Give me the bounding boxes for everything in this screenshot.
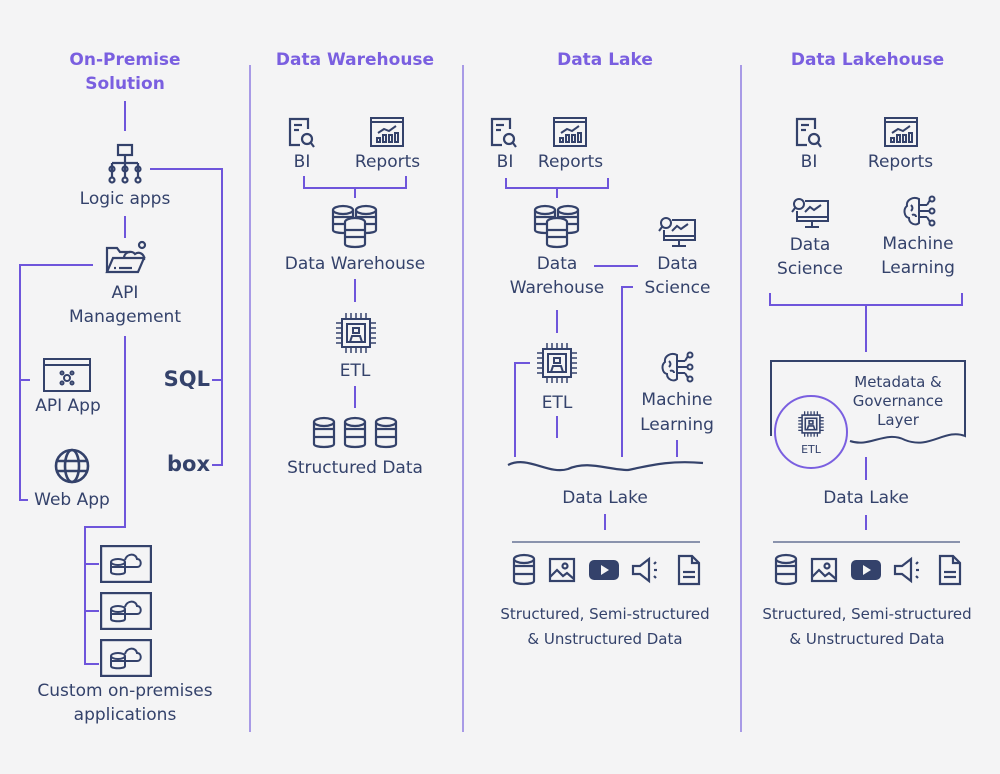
video-play-icon: [588, 559, 620, 581]
sources-label: Structured, Semi-structured & Unstructur…: [475, 602, 735, 652]
data-science-label: Data Science: [765, 233, 855, 281]
image-icon: [548, 557, 576, 583]
document-search-icon: [795, 117, 823, 149]
reports-label: Reports: [537, 152, 604, 172]
connector: [505, 178, 609, 189]
document-icon: [677, 554, 701, 586]
title-line: On-Premise: [69, 50, 181, 70]
brain-network-icon: [903, 195, 937, 227]
sources-label: Structured, Semi-structured & Unstructur…: [737, 602, 997, 652]
monitor-analytics-icon: [658, 216, 698, 250]
column-title-data-warehouse: Data Warehouse: [275, 50, 435, 70]
etl-label: ETL: [541, 393, 573, 413]
label-line: Science: [777, 259, 843, 279]
label-line: Data: [789, 235, 831, 255]
database-icon: [343, 416, 367, 450]
label-line: Structured, Semi-structured: [500, 605, 710, 623]
reports-label: Reports: [867, 152, 934, 172]
label-line: Management: [69, 307, 181, 327]
bi-label: BI: [496, 152, 514, 172]
label-line: Warehouse: [509, 278, 605, 298]
chart-window-icon: [553, 117, 587, 147]
chip-icon: [797, 410, 825, 438]
video-play-icon: [850, 559, 882, 581]
data-warehouse-label: Data Warehouse: [497, 252, 617, 300]
brain-network-icon: [661, 351, 695, 383]
image-icon: [810, 557, 838, 583]
label-line: Layer: [877, 411, 919, 429]
label-line: Data: [657, 254, 698, 274]
data-lake-wave: [507, 461, 704, 472]
label-line: API: [111, 283, 139, 303]
chart-window-icon: [884, 117, 918, 147]
document-icon: [938, 554, 962, 586]
bi-label: BI: [800, 152, 818, 172]
data-science-label: Data Science: [630, 252, 725, 300]
label-line: Custom on-premises: [37, 681, 213, 701]
label-line: applications: [73, 705, 177, 725]
server-cloud-icon: [100, 592, 152, 630]
bi-label: BI: [293, 152, 311, 172]
document-search-icon: [490, 117, 518, 149]
machine-learning-label: Machine Learning: [627, 388, 727, 438]
web-app-label: Web App: [34, 490, 110, 510]
machine-learning-label: Machine Learning: [868, 232, 968, 280]
label-line: Structured, Semi-structured: [762, 605, 972, 623]
label-line: & Unstructured Data: [789, 630, 945, 648]
database-icon: [312, 416, 336, 450]
data-lake-label: Data Lake: [562, 488, 648, 508]
data-lake-label: Data Lake: [823, 488, 909, 508]
label-line: Machine: [641, 390, 713, 410]
label-line: Science: [644, 278, 711, 298]
column-title-data-lake: Data Lake: [557, 50, 653, 70]
chip-icon: [334, 311, 378, 355]
chip-icon: [535, 341, 579, 385]
api-management-label: API Management: [50, 281, 200, 329]
etl-label: ETL: [801, 443, 821, 456]
chart-window-icon: [370, 117, 404, 147]
column-title-on-premise: On-Premise Solution: [40, 48, 210, 96]
document-search-icon: [288, 117, 316, 149]
label-line: Learning: [640, 415, 714, 435]
label-line: Learning: [881, 258, 955, 278]
label-line: Metadata &: [854, 373, 942, 391]
globe-icon: [54, 448, 90, 484]
label-line: Data: [536, 254, 578, 274]
data-warehouse-label: Data Warehouse: [284, 254, 426, 274]
structured-data-label: Structured Data: [287, 458, 423, 478]
database-icon: [512, 553, 536, 587]
database-icon: [774, 553, 798, 587]
connector: [769, 293, 963, 306]
label-line: Governance: [852, 392, 944, 410]
speaker-icon: [893, 556, 923, 584]
reports-label: Reports: [354, 152, 421, 172]
label-line: Machine: [882, 234, 954, 254]
database-cluster-icon: [533, 204, 581, 250]
speaker-icon: [631, 556, 661, 584]
database-icon: [374, 416, 398, 450]
api-app-label: API App: [35, 396, 101, 416]
connector: [303, 176, 407, 189]
database-cluster-icon: [331, 204, 379, 250]
etl-label: ETL: [339, 361, 371, 381]
column-title-data-lakehouse: Data Lakehouse: [790, 50, 945, 70]
custom-apps-label: Custom on-premises applications: [15, 679, 235, 727]
label-line: & Unstructured Data: [527, 630, 683, 648]
api-window-icon: [43, 358, 91, 392]
box-label: box: [166, 452, 210, 476]
title-line: Solution: [85, 74, 165, 94]
sql-label: SQL: [163, 367, 210, 391]
server-cloud-icon: [100, 639, 152, 677]
monitor-analytics-icon: [791, 197, 831, 231]
hierarchy-icon: [107, 143, 143, 185]
server-cloud-icon: [100, 545, 152, 583]
logic-apps-label: Logic apps: [79, 189, 171, 209]
metadata-layer-label: Metadata & Governance Layer: [838, 373, 958, 430]
folder-cloud-icon: [104, 240, 148, 276]
